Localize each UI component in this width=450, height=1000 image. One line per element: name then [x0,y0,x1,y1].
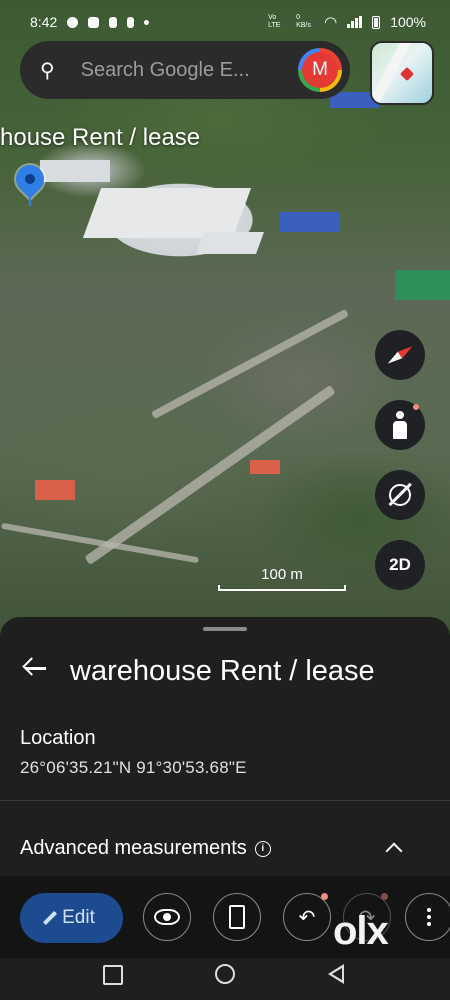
advanced-measurements-label: Advanced measurements [20,837,247,859]
view-mode-2d-button[interactable]: 2D [375,540,425,590]
network-label: Vo LTE [268,14,281,29]
edit-button[interactable]: Edit [20,893,123,943]
map-building [395,270,450,300]
visibility-button[interactable] [143,893,191,941]
olx-watermark: olx [333,909,389,953]
map-road [84,384,336,566]
placemark-label: house Rent / lease [0,124,201,151]
more-options-button[interactable] [405,893,450,941]
undo-indicator-dot [321,893,328,900]
more-vert-icon [427,908,431,926]
recent-apps-icon[interactable] [103,965,123,985]
advanced-measurements-row[interactable]: Advanced measurements i [20,837,271,860]
location-disabled-icon [389,484,411,506]
scale-ruler [218,585,346,591]
pegman-icon [392,411,408,439]
placemark-title: warehouse Rent / lease [70,655,375,687]
sim-icon [109,16,118,28]
map-building [250,460,280,474]
search-bar[interactable]: ⚲ Search Google E... M [20,41,350,99]
minimap-thumbnail[interactable] [370,41,434,105]
pin-stem [29,190,31,206]
drag-handle[interactable] [203,627,247,631]
undo-icon: ↶ [298,906,316,929]
scale-label: 100 m [261,566,303,583]
map-building [280,212,340,232]
my-location-button[interactable] [375,470,425,520]
search-icon: ⚲ [40,59,55,82]
info-icon[interactable]: i [254,840,271,857]
back-arrow-icon[interactable] [22,655,48,681]
scale-bar: 100 m [218,566,346,591]
status-left: 8:42 [30,14,150,30]
data-rate: 0 KB/s [296,14,311,29]
bottom-sheet: warehouse Rent / lease Location 26°06'35… [0,617,450,1000]
pencil-icon [43,910,58,926]
compass-icon [385,343,414,367]
account-avatar[interactable]: M [298,48,342,92]
home-icon[interactable] [215,964,235,984]
map-building [35,480,75,500]
eye-icon [154,909,180,925]
map-building [195,232,265,254]
location-label: Location [20,727,96,749]
redo-indicator-dot [381,893,388,900]
wifi-icon: ◠ [324,14,338,31]
system-nav-bar [0,958,450,1000]
divider [0,800,450,801]
location-coordinates: 26°06'35.21"N 91°30'53.68"E [20,758,247,777]
chevron-up-icon[interactable] [385,842,403,860]
map-building [82,188,252,238]
undo-button[interactable]: ↶ [283,893,331,941]
whatsapp-icon [67,16,79,28]
phone-frame-icon [229,905,245,929]
map-building [40,160,110,182]
edit-label: Edit [62,907,95,928]
signal-icon [347,16,363,28]
view-mode-label: 2D [389,555,411,574]
status-right: Vo LTE 0 KB/s ◠ 100% [268,13,426,31]
compass-button[interactable] [375,330,425,380]
battery-percent: 100% [390,14,426,30]
back-triangle-icon[interactable] [328,964,344,984]
call-icon [127,16,135,28]
search-placeholder: Search Google E... [80,58,250,81]
battery-icon [372,15,381,29]
status-bar: 8:42 Vo LTE 0 KB/s ◠ 100% [0,0,450,44]
status-time: 8:42 [30,14,58,30]
layout-button[interactable] [213,893,261,941]
street-view-button[interactable] [375,400,425,450]
message-icon [88,16,100,28]
notification-dot-icon [144,19,150,25]
avatar-letter: M [302,52,338,88]
notification-dot [413,404,419,410]
